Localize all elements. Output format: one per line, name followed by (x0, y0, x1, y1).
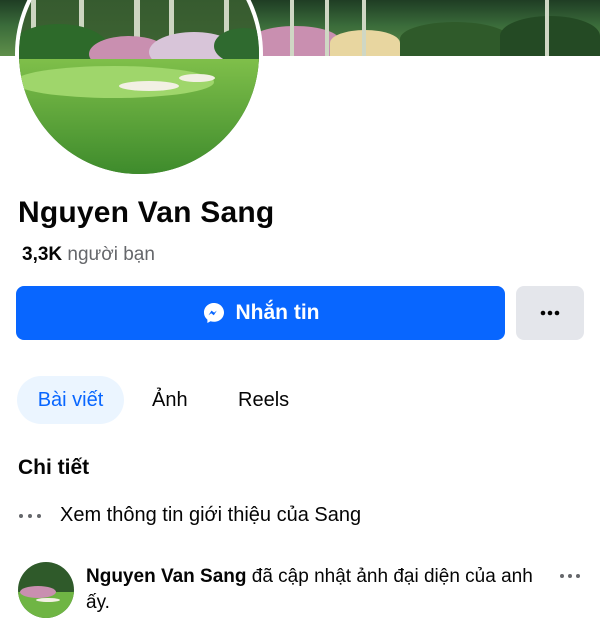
more-options-button[interactable] (516, 286, 584, 340)
messenger-icon (202, 301, 226, 325)
friends-count-link[interactable]: 3,3K người bạn (22, 244, 155, 266)
post-more-icon[interactable] (558, 564, 582, 588)
profile-avatar[interactable] (19, 0, 259, 174)
post-author-name[interactable]: Nguyen Van Sang (86, 566, 246, 587)
post-author-avatar[interactable] (18, 562, 74, 618)
profile-name: Nguyen Van Sang (18, 196, 275, 229)
message-button-label: Nhắn tin (235, 301, 320, 324)
intro-info-label: Xem thông tin giới thiệu của Sang (60, 504, 362, 526)
message-button[interactable]: Nhắn tin (16, 286, 505, 340)
post-item: Nguyen Van Sang đã cập nhật ảnh đại diện… (18, 560, 600, 618)
friends-count: 3,3K (22, 244, 63, 265)
more-horizontal-icon (18, 513, 42, 519)
tab-reels[interactable]: Reels (238, 376, 289, 424)
post-header-text: Nguyen Van Sang đã cập nhật ảnh đại diện… (86, 564, 556, 616)
golf-course-thumbnail (18, 562, 74, 618)
tab-photos[interactable]: Ảnh (152, 376, 188, 424)
golf-course-picture (19, 0, 259, 174)
friends-label: người bạn (67, 244, 155, 265)
more-horizontal-icon (540, 310, 560, 316)
tab-posts[interactable]: Bài viết (17, 376, 124, 424)
intro-info-link[interactable]: Xem thông tin giới thiệu của Sang (18, 504, 361, 527)
details-heading: Chi tiết (18, 456, 90, 479)
